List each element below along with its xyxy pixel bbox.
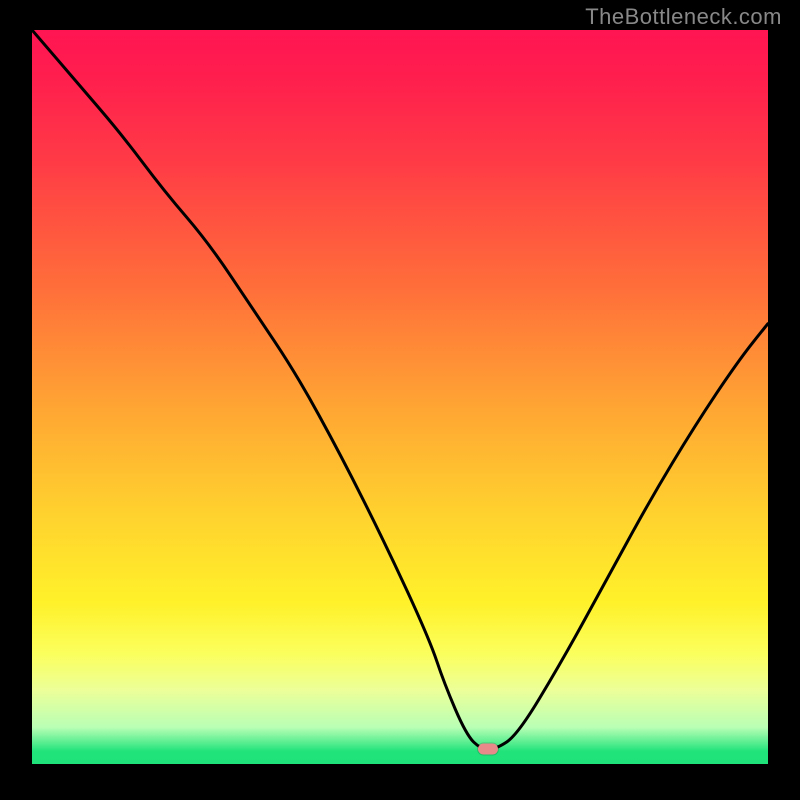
curve-path [32,30,768,749]
plot-area [32,30,768,764]
chart-container: TheBottleneck.com [0,0,800,800]
watermark-text: TheBottleneck.com [585,4,782,30]
bottleneck-marker [478,744,498,755]
plot-frame [0,0,800,800]
curve-plot [32,30,768,764]
